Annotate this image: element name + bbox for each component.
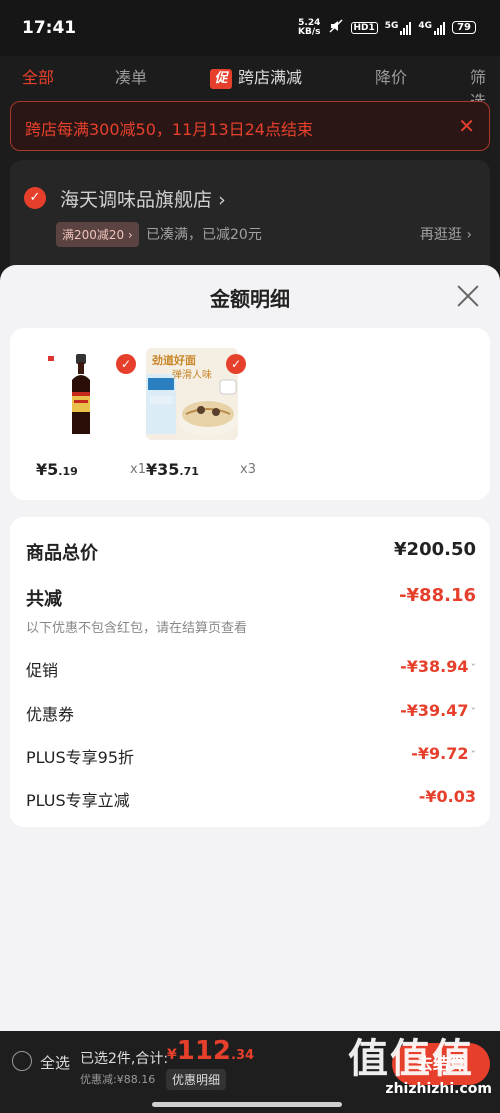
status-bar: 17:41 5.24 KB/s HD1 5G 4G 79 — [0, 0, 500, 56]
tab-cross-store[interactable]: 促跨店满减 — [210, 64, 302, 89]
clock: 17:41 — [22, 18, 77, 38]
total-price: ¥112.34 — [167, 1036, 255, 1066]
promo-banner-text: 跨店每满300减50，11月13日24点结束 — [25, 120, 313, 139]
selected-count: 已选2件,合计: — [80, 1051, 169, 1067]
reduce-label: 共减 — [26, 589, 62, 610]
plus-instant-row: PLUS专享立减 -¥0.03 — [26, 787, 476, 811]
signal-4g: 4G — [418, 21, 446, 35]
home-indicator[interactable] — [152, 1102, 342, 1107]
discount-detail-button[interactable]: 优惠明细 — [166, 1069, 227, 1090]
discount-total: 优惠减:¥88.16 — [80, 1073, 156, 1086]
select-all-radio[interactable] — [12, 1051, 32, 1071]
product-price: ¥35.71 — [146, 460, 199, 479]
promotion-row[interactable]: 促销 -¥38.94 ˇ — [26, 657, 476, 681]
soy-sauce-image — [36, 348, 128, 440]
signal-bars-icon — [434, 21, 446, 35]
plus-instant-value: -¥0.03 — [418, 787, 476, 806]
status-icons: 5.24 KB/s HD1 5G 4G 79 — [298, 18, 476, 37]
chevron-down-icon: ˇ — [470, 662, 477, 675]
total-row: 商品总价 ¥200.50 — [26, 539, 476, 565]
store-name[interactable]: 海天调味品旗舰店 › — [60, 185, 226, 212]
plus-discount-label: PLUS专享95折 — [26, 748, 134, 767]
promotion-label: 促销 — [26, 661, 59, 680]
product-item[interactable]: 劲道好面 弹滑人味 ✓ ¥35.71 x3 — [146, 348, 256, 488]
coupon-row[interactable]: 优惠券 -¥39.47 ˇ — [26, 701, 476, 725]
signal-5g: 5G — [385, 21, 412, 35]
plus-instant-label: PLUS专享立减 — [26, 791, 130, 810]
network-speed: 5.24 KB/s — [298, 17, 321, 37]
signal-bars-icon — [400, 21, 412, 35]
plus-discount-value: -¥9.72 ˇ — [411, 744, 476, 763]
price-summary: 商品总价 ¥200.50 共减 -¥88.16 以下优惠不包含红包，请在结算页查… — [10, 517, 490, 827]
product-quantity: x3 — [240, 462, 256, 477]
product-item[interactable]: ✓ ¥5.19 x1 — [36, 348, 146, 488]
coupon-label: 优惠券 — [26, 705, 75, 724]
mute-icon — [328, 18, 344, 37]
noodles-image-subcaption: 弹滑人味 — [172, 370, 212, 381]
promo-banner: 跨店每满300减50，11月13日24点结束 ✕ — [10, 101, 490, 151]
sheet-title: 金额明细 — [210, 287, 290, 311]
select-all-label[interactable]: 全选 — [40, 1052, 70, 1073]
total-value: ¥200.50 — [394, 539, 476, 560]
tab-all[interactable]: 全部 — [22, 64, 54, 88]
product-check-icon[interactable]: ✓ — [226, 354, 246, 374]
product-quantity: x1 — [130, 462, 146, 477]
close-icon[interactable]: ✕ — [458, 114, 475, 138]
battery-icon: 79 — [452, 21, 476, 34]
discount-status: 已凑满，已减20元 — [146, 227, 262, 243]
watermark-logo: 值值值 zhizhizhi.com — [348, 1036, 492, 1097]
plus-discount-row[interactable]: PLUS专享95折 -¥9.72 ˇ — [26, 744, 476, 768]
discount-badge[interactable]: 满200减20 › — [56, 222, 139, 247]
product-check-icon[interactable]: ✓ — [116, 354, 136, 374]
reduce-value: -¥88.16 — [399, 585, 476, 606]
chevron-down-icon: ˇ — [470, 706, 477, 719]
tab-combine[interactable]: 凑单 — [115, 64, 147, 88]
noodles-image: 劲道好面 弹滑人味 — [146, 348, 238, 440]
product-price: ¥5.19 — [36, 460, 78, 479]
discount-hint: 以下优惠不包含红包，请在结算页查看 — [26, 621, 248, 636]
promotion-value: -¥38.94 ˇ — [400, 657, 476, 676]
browse-more-link[interactable]: 再逛逛 › — [420, 224, 472, 244]
coupon-value: -¥39.47 ˇ — [400, 701, 476, 720]
chevron-down-icon: ˇ — [470, 749, 477, 762]
store-check-icon[interactable]: ✓ — [24, 187, 46, 209]
promo-tag-icon: 促 — [210, 69, 232, 89]
total-label: 商品总价 — [26, 543, 98, 564]
filter-tabs: 全部 凑单 促跨店满减 降价 筛选 — [0, 56, 500, 111]
amount-detail-sheet: 金额明细 ✓ ¥5.19 x1 劲道好面 弹滑人味 ✓ ¥35.71 x3 商品… — [0, 265, 500, 1031]
tab-price-drop[interactable]: 降价 — [375, 64, 407, 88]
close-icon[interactable] — [456, 284, 480, 308]
reduce-row: 共减 -¥88.16 — [26, 585, 476, 611]
hd-badge: HD1 — [350, 21, 378, 34]
product-list: ✓ ¥5.19 x1 劲道好面 弹滑人味 ✓ ¥35.71 x3 — [10, 328, 490, 500]
